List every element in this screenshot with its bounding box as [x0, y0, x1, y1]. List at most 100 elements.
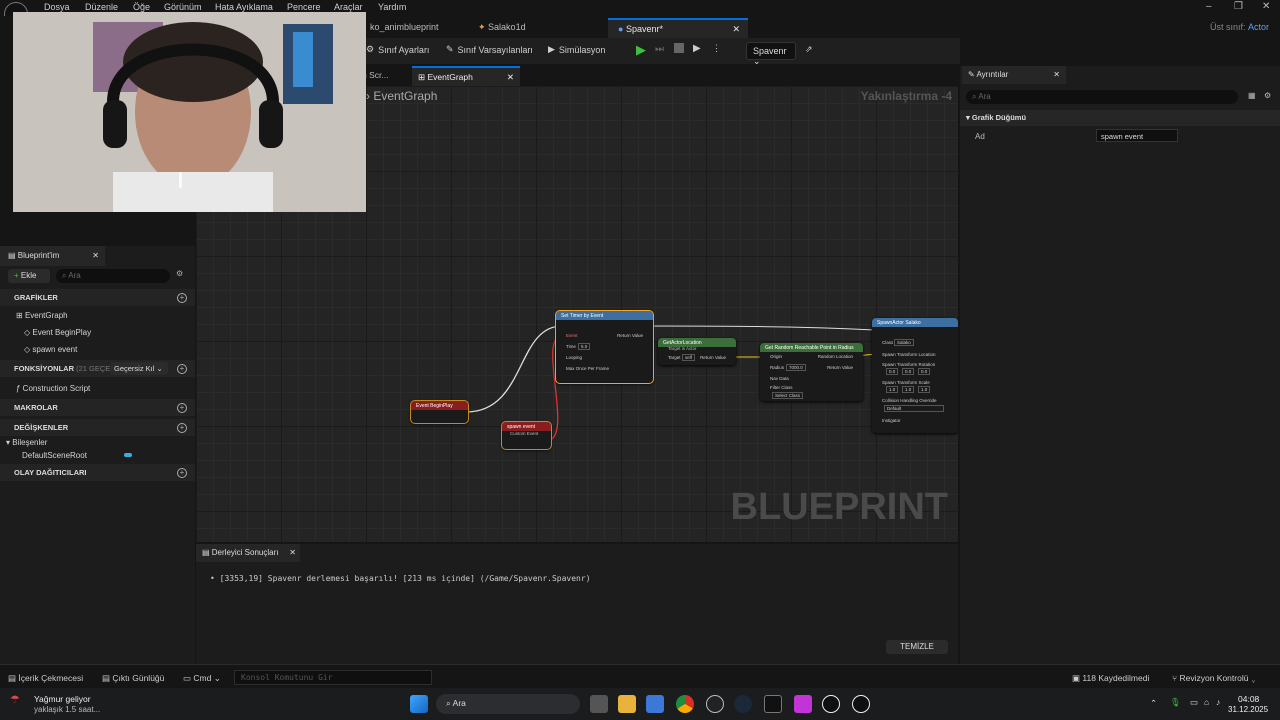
clock-time[interactable]: 04:08 [1238, 694, 1259, 704]
radius-pin[interactable]: Radius [770, 365, 784, 370]
origin-pin[interactable]: Origin [770, 354, 782, 359]
browse-icon[interactable]: ⇗ [805, 44, 813, 55]
rotation-pin[interactable]: Spawn Transform Rotation [882, 362, 935, 367]
volume-icon[interactable]: ♪ [1216, 697, 1220, 707]
return-value-pin[interactable]: Return Value [617, 333, 643, 338]
menu-file[interactable]: Dosya [44, 2, 70, 12]
table-view-icon[interactable]: ▦ [1248, 91, 1256, 100]
close-tab-icon[interactable]: ✕ [507, 72, 514, 83]
tab-animblueprint[interactable]: ko_animblueprint [360, 18, 449, 38]
class-value[interactable]: Salako [894, 339, 914, 346]
tab-spavenr[interactable]: ● Spavenr* ✕ [608, 18, 748, 38]
tree-item-spawn-event[interactable]: ◇ spawn event [24, 345, 77, 354]
advance-frame-icon[interactable]: ⏭ [655, 44, 664, 55]
target-value[interactable]: self [682, 354, 696, 361]
dispatchers-header[interactable]: OLAY DAĞITICILARI [0, 464, 195, 481]
tab-eventgraph[interactable]: ⊞ EventGraph ✕ [412, 66, 520, 86]
purple-app-icon[interactable] [794, 695, 812, 713]
menu-tools[interactable]: Araçlar [334, 2, 363, 12]
tab-details[interactable]: ✎ Ayrıntılar ✕ [962, 66, 1066, 84]
event-beginplay-node[interactable]: Event BeginPlay [410, 400, 469, 424]
more-options-icon[interactable]: ⋮ [712, 43, 721, 54]
revision-control-button[interactable]: ⑂ Revizyon Kontrolü ⌄ [1172, 673, 1256, 683]
override-dropdown[interactable]: Geçersiz Kıl ⌄ [110, 362, 168, 375]
collision-pin[interactable]: Collision Handling Override [882, 398, 937, 403]
add-function-icon[interactable]: + [177, 364, 187, 374]
settings-icon[interactable]: ⚙ [1264, 91, 1271, 100]
add-macro-icon[interactable]: + [177, 403, 187, 413]
add-dispatcher-icon[interactable]: + [177, 468, 187, 478]
filter-class-value[interactable]: Select Class [772, 392, 804, 399]
class-settings-button[interactable]: ⚙ Sınıf Ayarları [366, 44, 429, 55]
display-icon[interactable]: ▭ [1190, 697, 1198, 708]
unreal-engine-icon-2[interactable] [852, 695, 870, 713]
tree-item-construction-script[interactable]: ƒ Construction Script [16, 384, 90, 393]
rotation-x[interactable]: 0.0 [886, 368, 899, 375]
minimize-icon[interactable]: – [1206, 1, 1212, 12]
tab-salako1d[interactable]: ✦ Salako1d [468, 18, 536, 38]
target-pin[interactable]: Target [668, 355, 681, 360]
radius-value[interactable]: 7000.0 [786, 364, 806, 371]
tree-item-event-beginplay[interactable]: ◇ Event BeginPlay [24, 328, 91, 337]
add-graph-icon[interactable]: + [177, 293, 187, 303]
spawn-event-node[interactable]: spawn event Custom Event [501, 421, 552, 450]
spawn-actor-node[interactable]: SpawnActor Salako Class Salako Spawn Tra… [872, 318, 958, 433]
start-icon[interactable] [410, 695, 428, 713]
macros-header[interactable]: MAKROLAR [0, 399, 195, 416]
network-icon[interactable]: ⌂ [1204, 697, 1209, 707]
menu-debug[interactable]: Hata Ayıklama [215, 2, 273, 12]
weather-icon[interactable]: ☂ [10, 693, 20, 706]
random-reachable-point-node[interactable]: Get Random Reachable Point in Radius Ori… [760, 343, 863, 401]
time-pin[interactable]: Time [566, 344, 576, 349]
add-button[interactable]: + Ekle [8, 269, 50, 283]
close-tab-icon[interactable]: ✕ [92, 251, 99, 260]
microphone-icon[interactable]: 🎙 [1170, 697, 1181, 708]
get-actor-location-node[interactable]: GetActorLocation Target is Actor Target … [658, 338, 736, 365]
random-location-pin[interactable]: Random Location [818, 354, 853, 359]
task-view-icon[interactable] [590, 695, 608, 713]
menu-help[interactable]: Yardım [378, 2, 406, 12]
instigator-pin[interactable]: Instigator [882, 418, 901, 423]
cmd-dropdown[interactable]: ▭ Cmd ⌄ [183, 673, 221, 684]
tray-chevron-icon[interactable]: ⌃ [1150, 698, 1157, 709]
set-timer-node[interactable]: Set Timer by Event Event Time 5.0 Loopin… [555, 310, 654, 384]
close-tab-icon[interactable]: ✕ [289, 548, 296, 557]
collision-value[interactable]: Default [884, 405, 944, 412]
class-defaults-button[interactable]: ✎ Sınıf Varsayılanları [446, 44, 533, 55]
return-value-pin[interactable]: Return Value [700, 355, 726, 360]
console-input[interactable]: Konsol Komutunu Gir [234, 670, 432, 685]
simulation-button[interactable]: ▶ Simülasyon [548, 44, 605, 55]
scale-y[interactable]: 1.0 [902, 386, 915, 393]
search-input[interactable]: ⌕ Ara [56, 269, 170, 283]
filter-class-pin[interactable]: Filter Class [770, 385, 793, 390]
unreal-engine-icon[interactable] [822, 695, 840, 713]
weather-title[interactable]: Yağmur geliyor [34, 694, 91, 704]
parent-class-value[interactable]: Actor [1248, 22, 1269, 32]
tab-compiler-results[interactable]: ▤ Derleyici Sonuçları ✕ [196, 544, 300, 562]
store-icon[interactable] [646, 695, 664, 713]
epic-games-icon[interactable] [764, 695, 782, 713]
graph-node-section[interactable]: ▾ Grafik Düğümü [960, 110, 1280, 126]
clear-button[interactable]: TEMİZLE [886, 640, 948, 654]
looping-pin[interactable]: Looping [566, 355, 582, 360]
steam-icon[interactable] [734, 695, 752, 713]
name-field[interactable]: spawn event [1096, 129, 1178, 142]
tree-item-default-scene-root[interactable]: DefaultSceneRoot [22, 451, 87, 460]
eject-icon[interactable]: ▶ [693, 43, 701, 54]
content-drawer-button[interactable]: ▤ İçerik Çekmecesi [8, 673, 83, 684]
variables-header[interactable]: DEĞİŞKENLER [0, 419, 195, 436]
menu-edit[interactable]: Düzenle [85, 2, 118, 12]
event-pin[interactable]: Event [566, 333, 578, 338]
play-icon[interactable]: ▶ [636, 42, 646, 58]
close-window-icon[interactable]: ✕ [1262, 1, 1270, 12]
restore-icon[interactable]: ❐ [1234, 1, 1243, 12]
details-search-input[interactable]: ⌕ Ara [966, 90, 1238, 104]
unsaved-button[interactable]: ▣ 118 Kaydedilmedi [1072, 673, 1149, 684]
graphs-header[interactable]: GRAFİKLER [0, 289, 195, 306]
menu-window[interactable]: Pencere [287, 2, 321, 12]
rotation-y[interactable]: 0.0 [902, 368, 915, 375]
taskbar-search[interactable]: ⌕ Ara [436, 694, 580, 714]
file-explorer-icon[interactable] [618, 695, 636, 713]
stop-icon[interactable] [674, 43, 684, 53]
rotation-z[interactable]: 0.0 [918, 368, 931, 375]
